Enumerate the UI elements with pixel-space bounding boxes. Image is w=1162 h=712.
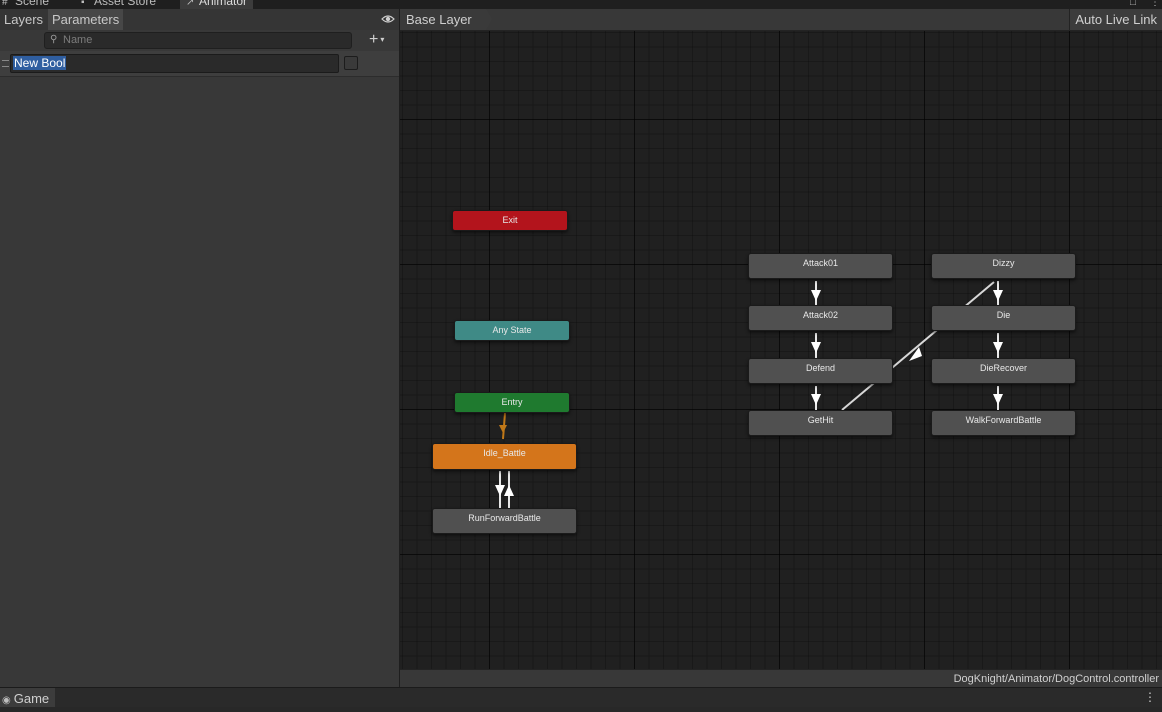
transition-idle-run[interactable] [495,471,505,508]
search-icon: ⚲ [50,34,58,45]
breadcrumb-base-layer[interactable]: Base Layer [400,9,492,30]
state-exit[interactable]: Exit [452,210,568,231]
auto-live-link-button[interactable]: Auto Live Link [1069,9,1162,30]
parameter-name-field[interactable]: New Bool [10,54,339,73]
hash-icon: # [2,0,8,8]
tab-scene[interactable]: # Scene [2,0,49,9]
store-icon: ▪ [81,0,85,8]
state-die[interactable]: Die [931,305,1076,331]
transition-dizzy-die[interactable] [993,281,1003,305]
state-gethit[interactable]: GetHit [748,410,893,436]
transition-gethit-dizzy[interactable] [841,281,995,411]
state-attack02[interactable]: Attack02 [748,305,893,331]
parameter-name-text: New Bool [13,56,67,70]
chevron-down-icon: ▾ [380,35,385,44]
search-row: ⚲ Name + ▾ [0,30,399,52]
more-menu-icon[interactable]: ⋮ [1150,0,1160,8]
more-menu-icon[interactable]: ⋮ [1144,691,1156,703]
state-entry[interactable]: Entry [454,392,570,413]
add-parameter-button[interactable]: + ▾ [369,31,384,49]
gamepad-icon: ◉ [2,695,11,706]
controller-path: DogKnight/Animator/DogControl.controller [953,673,1159,685]
parameters-panel: Layers Parameters ⚲ Name + ▾ New Bool [0,9,400,687]
parameter-bool-checkbox[interactable] [344,56,358,70]
search-placeholder: Name [63,34,93,46]
tab-asset-store-label: Asset Store [94,0,157,8]
tab-parameters[interactable]: Parameters [48,9,124,30]
state-idle-battle[interactable]: Idle_Battle [432,443,577,470]
graph-status-bar: DogKnight/Animator/DogControl.controller [400,669,1162,688]
transition-attack02-defend[interactable] [811,333,821,358]
tab-game[interactable]: ◉ Game [0,688,56,707]
window-tab-strip: # Scene ▪ Asset Store ↗ Animator □ ⋮ [0,0,1162,9]
state-defend[interactable]: Defend [748,358,893,384]
state-die-recover[interactable]: DieRecover [931,358,1076,384]
tab-layers[interactable]: Layers [0,9,47,30]
add-parameter-label: + [369,31,379,49]
state-dizzy[interactable]: Dizzy [931,253,1076,279]
panel-tab-bar: Layers Parameters [0,9,399,31]
graph-toolbar: Base Layer Auto Live Link [400,9,1162,31]
tab-scene-label: Scene [15,0,50,8]
state-run-forward-battle[interactable]: RunForwardBattle [432,508,577,534]
drag-handle-icon[interactable] [2,60,9,67]
transition-defend-gethit[interactable] [811,386,821,410]
transition-dierecover-walk[interactable] [993,386,1003,410]
transition-run-idle[interactable] [504,471,514,508]
bottom-dock: ◉ Game ⋮ [0,687,1162,707]
search-input[interactable]: ⚲ Name [44,32,352,49]
maximize-icon[interactable]: □ [1130,0,1136,8]
transition-die-dierecover[interactable] [993,333,1003,358]
tab-animator[interactable]: ↗ Animator [180,0,254,9]
transition-attack01-attack02[interactable] [811,281,821,305]
animator-graph[interactable]: Exit Any State Entry Idle_Battle RunForw… [400,31,1162,669]
transition-entry-idle[interactable] [499,412,507,440]
tab-animator-label: Animator [199,0,248,8]
animator-icon: ↗ [186,0,195,8]
state-walk-forward-battle[interactable]: WalkForwardBattle [931,410,1076,436]
parameter-row: New Bool [0,51,399,77]
tab-asset-store[interactable]: ▪ Asset Store [81,0,156,9]
tab-game-label: Game [13,691,50,706]
transition-lines [495,281,1003,508]
eye-icon[interactable] [381,12,395,26]
state-attack01[interactable]: Attack01 [748,253,893,279]
state-any-state[interactable]: Any State [454,320,570,341]
